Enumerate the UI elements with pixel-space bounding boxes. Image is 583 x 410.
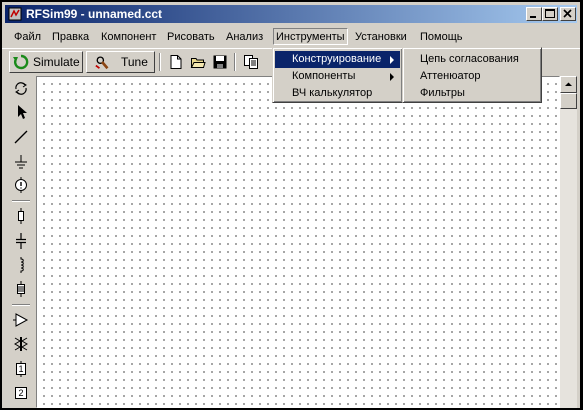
new-file-icon[interactable] [168, 54, 184, 70]
palette-capacitor[interactable] [9, 231, 33, 251]
menu-item-design-label: Конструирование [292, 53, 382, 65]
minimize-button[interactable] [526, 7, 542, 21]
toolbar-separator [159, 53, 161, 71]
menu-edit[interactable]: Правка [51, 29, 90, 45]
ground-icon [15, 155, 27, 169]
submenu-arrow-icon [390, 56, 394, 64]
menu-component[interactable]: Компонент [100, 29, 157, 45]
menu-item-components-label: Компоненты [292, 70, 356, 82]
palette-separator [12, 304, 30, 306]
palette-pointer[interactable] [9, 102, 33, 122]
save-disk-icon[interactable] [212, 54, 228, 70]
maximize-icon [545, 9, 555, 18]
wire-icon [14, 130, 28, 144]
menu-bar: Файл Правка Компонент Рисовать Анализ Ин… [2, 26, 580, 46]
palette-port-2[interactable]: 2 [9, 383, 33, 403]
close-button[interactable] [560, 7, 576, 21]
rotate-icon [15, 82, 27, 95]
menu-item-components[interactable]: Компоненты [275, 68, 400, 85]
tune-icon [95, 56, 109, 70]
schematic-canvas[interactable] [36, 76, 560, 408]
menu-item-design[interactable]: Конструирование [275, 51, 400, 68]
menu-item-rf-calculator[interactable]: ВЧ калькулятор [275, 85, 400, 102]
copy-icon[interactable] [243, 54, 259, 70]
palette-rotate[interactable] [9, 78, 33, 98]
open-folder-icon[interactable] [190, 54, 206, 70]
resistor-icon [18, 208, 24, 224]
tune-button[interactable]: Tune [86, 51, 155, 73]
port-2-label: 2 [18, 388, 23, 398]
scroll-thumb[interactable] [560, 93, 577, 109]
tune-label: Tune [121, 55, 148, 69]
menu-analysis[interactable]: Анализ [225, 29, 264, 45]
submenu-item-matching-network[interactable]: Цепь согласования [405, 51, 539, 68]
palette-ground[interactable] [9, 151, 33, 171]
component-palette: 1 2 [9, 76, 33, 408]
palette-transformer[interactable] [9, 334, 33, 354]
scroll-up-button[interactable] [560, 76, 577, 93]
crystal-icon [17, 281, 25, 297]
palette-inductor[interactable] [9, 255, 33, 275]
capacitor-icon [16, 233, 26, 249]
scroll-up-icon [565, 82, 572, 86]
menu-draw[interactable]: Рисовать [166, 29, 216, 45]
menu-settings[interactable]: Установки [354, 29, 408, 45]
menu-help[interactable]: Помощь [419, 29, 464, 45]
palette-source[interactable] [9, 175, 33, 195]
app-icon [8, 7, 22, 21]
amplifier-icon [13, 313, 29, 327]
maximize-button[interactable] [542, 7, 558, 21]
simulate-label: Simulate [33, 55, 80, 69]
menu-tools[interactable]: Инструменты [273, 28, 348, 45]
toolbar-separator [234, 53, 236, 71]
submenu-item-filters[interactable]: Фильтры [405, 85, 539, 102]
transformer-icon [14, 337, 28, 351]
simulate-button[interactable]: Simulate [9, 51, 83, 73]
palette-port-1[interactable]: 1 [9, 359, 33, 379]
menu-file[interactable]: Файл [13, 29, 42, 45]
submenu-item-attenuator[interactable]: Аттенюатор [405, 68, 539, 85]
port-2-icon: 2 [15, 387, 27, 399]
vertical-scrollbar[interactable] [560, 76, 577, 408]
palette-wire[interactable] [9, 127, 33, 147]
port-1-icon: 1 [16, 361, 26, 377]
app-window: RFSim99 - unnamed.cct Файл Правка Компон… [2, 2, 580, 408]
voltage-source-icon [15, 177, 27, 193]
tools-menu: Конструирование Компоненты ВЧ калькулято… [272, 47, 403, 103]
palette-separator [12, 200, 30, 202]
menu-item-rf-calculator-label: ВЧ калькулятор [292, 87, 373, 99]
palette-crystal[interactable] [9, 279, 33, 299]
close-icon [563, 9, 572, 18]
palette-resistor[interactable] [9, 206, 33, 226]
title-bar[interactable]: RFSim99 - unnamed.cct [5, 5, 577, 23]
inductor-icon [20, 257, 24, 273]
submenu-arrow-icon [390, 73, 394, 81]
minimize-icon [530, 16, 536, 18]
palette-amplifier[interactable] [9, 310, 33, 330]
pointer-icon [18, 105, 27, 119]
design-submenu: Цепь согласования Аттенюатор Фильтры [402, 47, 542, 103]
simulate-icon [13, 54, 29, 70]
window-title: RFSim99 - unnamed.cct [26, 7, 163, 21]
port-1-label: 1 [18, 364, 23, 374]
